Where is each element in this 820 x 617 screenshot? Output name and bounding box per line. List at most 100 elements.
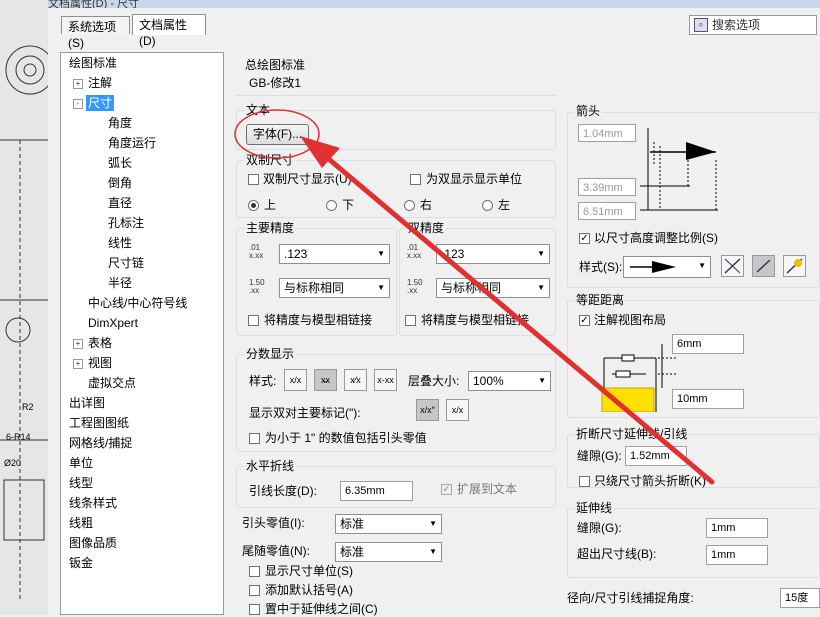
offset-distance-2-input[interactable]: 10mm bbox=[672, 389, 744, 409]
tree-item-dimensions[interactable]: 尺寸 bbox=[86, 95, 115, 111]
window-title: 文档属性(D) - 尺寸 bbox=[48, 0, 820, 8]
extension-beyond-input[interactable]: 1mm bbox=[706, 545, 768, 565]
tree-item-linear[interactable]: 线性 bbox=[108, 235, 132, 251]
dual-mark-inch-button[interactable]: x/x″ bbox=[416, 399, 439, 421]
break-only-arrow-checkbox[interactable] bbox=[579, 476, 590, 487]
break-lines-title: 折断尺寸延伸线/引线 bbox=[574, 427, 690, 441]
tolerance-precision-icon: 1.50 .xx bbox=[249, 278, 265, 295]
dual-mark-none-button[interactable]: x/x bbox=[446, 399, 469, 421]
leading-zeros-select[interactable]: 标准 ▼ bbox=[335, 514, 442, 534]
tree-item-line-style[interactable]: 线条样式 bbox=[69, 495, 117, 511]
arrows-inside-button[interactable] bbox=[752, 255, 775, 277]
leader-length-input[interactable]: 6.35mm bbox=[340, 481, 413, 501]
svg-text:R2: R2 bbox=[22, 402, 34, 412]
tree-item-detailing[interactable]: 出详图 bbox=[69, 395, 105, 411]
trailing-zeros-select[interactable]: 标准 ▼ bbox=[335, 542, 442, 562]
radial-snap-label: 径向/尺寸引线捕捉角度: bbox=[567, 591, 694, 605]
tree-item-dimxpert[interactable]: DimXpert bbox=[88, 315, 138, 331]
tree-item-image-quality[interactable]: 图像品质 bbox=[69, 535, 117, 551]
tree-item-ordinate[interactable]: 尺寸链 bbox=[108, 255, 144, 271]
scale-with-height-checkbox[interactable]: ✓ bbox=[579, 233, 590, 244]
primary-link-checkbox[interactable] bbox=[248, 315, 259, 326]
font-button[interactable]: 字体(F)... bbox=[246, 124, 309, 145]
dual-tolerance-value: 与标称相同 bbox=[441, 281, 502, 295]
dual-precision-value: .123 bbox=[441, 247, 465, 261]
extend-text-checkbox[interactable]: ✓ bbox=[441, 484, 452, 495]
tree-item-drawing-sheets[interactable]: 工程图图纸 bbox=[69, 415, 129, 431]
dual-link-checkbox[interactable] bbox=[405, 315, 416, 326]
arrows-outside-button[interactable] bbox=[721, 255, 744, 277]
tree-item-drafting-standard[interactable]: 绘图标准 bbox=[69, 55, 117, 71]
trailing-zeros-value: 标准 bbox=[340, 545, 365, 559]
extension-gap-input[interactable]: 1mm bbox=[706, 518, 768, 538]
fraction-style-none-button[interactable]: x/x bbox=[284, 369, 307, 391]
tree-item-annotations[interactable]: 注解 bbox=[88, 75, 112, 91]
tree-item-grid-snap[interactable]: 网格线/捕捉 bbox=[69, 435, 132, 451]
tree-item-centerlines[interactable]: 中心线/中心符号线 bbox=[88, 295, 187, 311]
radio-top[interactable] bbox=[248, 200, 259, 211]
default-parentheses-checkbox[interactable] bbox=[249, 585, 260, 596]
offset-distance-1-input[interactable]: 6mm bbox=[672, 334, 744, 354]
radio-bottom[interactable] bbox=[326, 200, 337, 211]
tree-item-arc-length[interactable]: 弧长 bbox=[108, 155, 132, 171]
dual-units-checkbox[interactable] bbox=[410, 174, 421, 185]
options-tree[interactable]: 绘图标准 + 注解 - 尺寸 角度 角度运行 弧长 倒角 直径 孔标注 线性 尺… bbox=[60, 52, 224, 615]
leader-length-label: 引线长度(D): bbox=[249, 484, 317, 498]
fraction-style-stacked-button[interactable]: x̶x bbox=[314, 369, 337, 391]
expand-icon[interactable]: + bbox=[73, 79, 83, 89]
tree-item-virtual-sharps[interactable]: 虚拟交点 bbox=[88, 375, 136, 391]
default-parentheses-label: 添加默认括号(A) bbox=[265, 583, 353, 597]
tree-item-units[interactable]: 单位 bbox=[69, 455, 93, 471]
dual-dimension-title: 双制尺寸 bbox=[244, 153, 297, 167]
tab-system-options[interactable]: 系统选项(S) bbox=[61, 16, 130, 50]
dropdown-arrow-icon: ▼ bbox=[538, 376, 546, 385]
dual-tolerance-select[interactable]: 与标称相同 ▼ bbox=[436, 278, 550, 298]
tree-item-angular-running[interactable]: 角度运行 bbox=[108, 135, 156, 151]
tree-item-hole-callout[interactable]: 孔标注 bbox=[108, 215, 144, 231]
annotate-view-layout-checkbox[interactable]: ✓ bbox=[579, 315, 590, 326]
primary-tolerance-select[interactable]: 与标称相同 ▼ bbox=[279, 278, 390, 298]
search-options-box[interactable]: ⌕ 搜索选项 bbox=[689, 15, 817, 35]
radio-left-label: 左 bbox=[498, 198, 511, 212]
fraction-style-diagonal-button[interactable]: x⁄x bbox=[344, 369, 367, 391]
radial-snap-input[interactable]: 15度 bbox=[780, 588, 820, 608]
tree-item-angle[interactable]: 角度 bbox=[108, 115, 132, 131]
expand-icon[interactable]: + bbox=[73, 339, 83, 349]
offset-distance-diagram bbox=[601, 344, 676, 412]
tree-item-views[interactable]: 视图 bbox=[88, 355, 112, 371]
tree-item-line-font[interactable]: 线型 bbox=[69, 475, 93, 491]
dual-units-label: 为双显示显示单位 bbox=[426, 172, 523, 186]
radio-right-label: 右 bbox=[420, 198, 433, 212]
arrow-size-3-input[interactable]: 6.51mm bbox=[578, 202, 636, 220]
show-units-checkbox[interactable] bbox=[249, 566, 260, 577]
primary-precision-value: .123 bbox=[284, 247, 308, 261]
stack-size-select[interactable]: 100% ▼ bbox=[468, 371, 551, 391]
tree-item-radius[interactable]: 半径 bbox=[108, 275, 132, 291]
center-between-checkbox[interactable] bbox=[249, 604, 260, 615]
dropdown-arrow-icon: ▼ bbox=[377, 283, 385, 292]
leading-zeros-value: 标准 bbox=[340, 517, 365, 531]
arrow-size-2-input[interactable]: 3.39mm bbox=[578, 178, 636, 196]
radio-left[interactable] bbox=[482, 200, 493, 211]
dual-link-label: 将精度与模型相链接 bbox=[421, 313, 530, 327]
primary-precision-select[interactable]: .123 ▼ bbox=[279, 244, 390, 264]
solid-arrow-icon bbox=[630, 261, 676, 273]
tab-document-properties[interactable]: 文档属性(D) bbox=[132, 14, 206, 48]
tree-item-diameter[interactable]: 直径 bbox=[108, 195, 132, 211]
dual-precision-select[interactable]: .123 ▼ bbox=[436, 244, 550, 264]
tree-item-chamfer[interactable]: 倒角 bbox=[108, 175, 132, 191]
tree-item-tables[interactable]: 表格 bbox=[88, 335, 112, 351]
leading-zero-checkbox[interactable] bbox=[249, 433, 260, 444]
collapse-icon[interactable]: - bbox=[73, 99, 83, 109]
arrow-size-1-input[interactable]: 1.04mm bbox=[578, 124, 636, 142]
tree-item-sheet-metal[interactable]: 钣金 bbox=[69, 555, 93, 571]
dual-display-checkbox[interactable] bbox=[248, 174, 259, 185]
expand-icon[interactable]: + bbox=[73, 359, 83, 369]
break-gap-input[interactable]: 1.52mm bbox=[625, 446, 687, 466]
arrow-style-select[interactable]: ▼ bbox=[623, 256, 711, 278]
break-gap-label: 缝隙(G): bbox=[577, 449, 622, 463]
radio-right[interactable] bbox=[404, 200, 415, 211]
fraction-style-inline-button[interactable]: x-xx bbox=[374, 369, 397, 391]
arrows-smart-button[interactable] bbox=[783, 255, 806, 277]
tree-item-line-thickness[interactable]: 线粗 bbox=[69, 515, 93, 531]
